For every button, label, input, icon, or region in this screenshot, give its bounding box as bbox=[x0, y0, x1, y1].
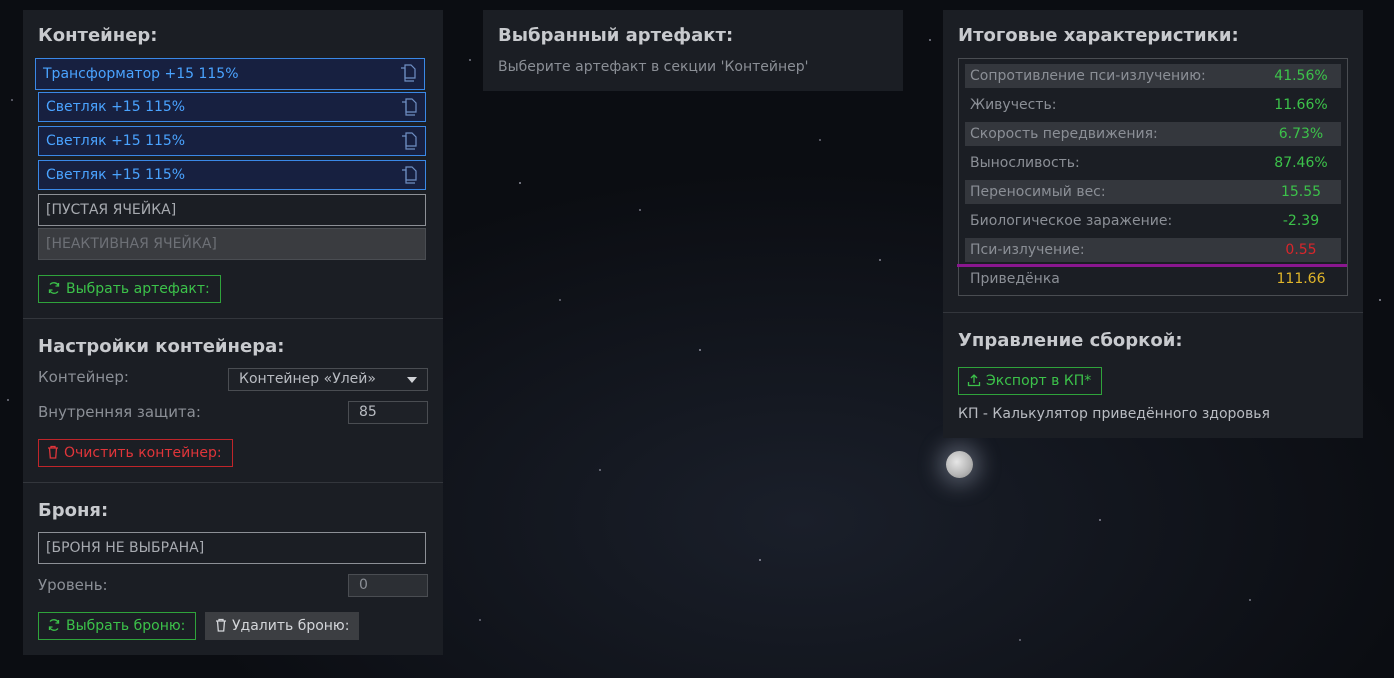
divider bbox=[23, 482, 443, 483]
left-panel: Контейнер: Трансформатор +15 115% Светля… bbox=[23, 10, 443, 655]
container-select-value: Контейнер «Улей» bbox=[239, 371, 376, 387]
artifact-slot-4[interactable]: Светляк +15 115% bbox=[38, 160, 426, 190]
stat-row: Пси-излучение: 0.55 bbox=[965, 238, 1341, 262]
divider bbox=[943, 312, 1363, 313]
trash-icon bbox=[48, 445, 58, 459]
select-artifact-button[interactable]: Выбрать артефакт: bbox=[38, 275, 221, 303]
artifact-slot-3[interactable]: Светляк +15 115% bbox=[38, 126, 426, 156]
armor-slot-label: [БРОНЯ НЕ ВЫБРАНА] bbox=[46, 540, 205, 556]
totals-panel: Итоговые характеристики: Сопротивление п… bbox=[943, 10, 1363, 438]
inner-protection-label: Внутренняя защита: bbox=[38, 403, 201, 421]
stat-name: Скорость передвижения: bbox=[970, 126, 1158, 142]
inactive-slot: [НЕАКТИВНАЯ ЯЧЕЙКА] bbox=[38, 228, 426, 260]
clear-container-button[interactable]: Очистить контейнер: bbox=[38, 439, 233, 467]
stat-value: -2.39 bbox=[1282, 213, 1320, 229]
stat-name: Живучесть: bbox=[970, 97, 1057, 113]
stat-value: 87.46% bbox=[1274, 155, 1328, 171]
stat-name: Сопротивление пси-излучению: bbox=[970, 68, 1206, 84]
copy-icon[interactable] bbox=[400, 64, 416, 82]
container-label: Контейнер: bbox=[38, 368, 129, 386]
stat-row: Скорость передвижения: 6.73% bbox=[965, 122, 1341, 146]
container-settings-title: Настройки контейнера: bbox=[38, 336, 285, 357]
artifact-slot-label: Светляк +15 115% bbox=[46, 167, 186, 183]
armor-slot[interactable]: [БРОНЯ НЕ ВЫБРАНА] bbox=[38, 532, 426, 564]
export-label: Экспорт в КП* bbox=[986, 373, 1092, 389]
stat-row: Живучесть: 11.66% bbox=[965, 93, 1341, 117]
select-armor-button[interactable]: Выбрать броню: bbox=[38, 612, 197, 640]
refresh-icon bbox=[48, 282, 60, 294]
delete-armor-button[interactable]: Удалить броню: bbox=[205, 612, 360, 640]
stat-row: Выносливость: 87.46% bbox=[965, 151, 1341, 175]
artifact-slot-1[interactable]: Трансформатор +15 115% bbox=[35, 58, 425, 90]
stat-row: Переносимый вес: 15.55 bbox=[965, 180, 1341, 204]
stats-table: Сопротивление пси-излучению: 41.56% Живу… bbox=[958, 58, 1348, 296]
artifact-slot-label: Трансформатор +15 115% bbox=[43, 66, 239, 82]
copy-icon[interactable] bbox=[401, 132, 417, 150]
separator-line bbox=[957, 264, 1347, 267]
stat-name: Биологическое заражение: bbox=[970, 213, 1173, 229]
stat-value: 41.56% bbox=[1274, 68, 1328, 84]
copy-icon[interactable] bbox=[401, 98, 417, 116]
trash-icon bbox=[216, 618, 226, 632]
stat-name: Переносимый вес: bbox=[970, 184, 1106, 200]
stat-row: Биологическое заражение: -2.39 bbox=[965, 209, 1341, 233]
delete-armor-label: Удалить броню: bbox=[232, 618, 350, 634]
export-footnote: КП - Калькулятор приведённого здоровья bbox=[958, 406, 1270, 422]
select-armor-label: Выбрать броню: bbox=[66, 618, 186, 634]
build-title: Управление сборкой: bbox=[958, 330, 1183, 351]
totals-title: Итоговые характеристики: bbox=[958, 25, 1239, 46]
armor-title: Броня: bbox=[38, 500, 109, 521]
stat-name: Выносливость: bbox=[970, 155, 1080, 171]
container-select[interactable]: Контейнер «Улей» bbox=[228, 368, 428, 391]
export-button[interactable]: Экспорт в КП* bbox=[958, 367, 1103, 395]
stat-value: 11.66% bbox=[1274, 97, 1328, 113]
effective-health-value: 111.66 bbox=[1276, 271, 1326, 287]
stat-name: Приведёнка bbox=[970, 271, 1060, 287]
divider bbox=[23, 318, 443, 319]
selected-artifact-hint: Выберите артефакт в секции 'Контейнер' bbox=[498, 59, 809, 75]
armor-level-input[interactable]: 0 bbox=[348, 574, 428, 597]
inner-protection-input[interactable]: 85 bbox=[348, 401, 428, 424]
inactive-slot-label: [НЕАКТИВНАЯ ЯЧЕЙКА] bbox=[46, 236, 217, 252]
stat-value: 0.55 bbox=[1285, 242, 1317, 258]
moon-background bbox=[946, 451, 973, 478]
stat-value: 6.73% bbox=[1278, 126, 1324, 142]
chevron-down-icon bbox=[407, 377, 417, 383]
refresh-icon bbox=[48, 619, 60, 631]
stat-name: Пси-излучение: bbox=[970, 242, 1085, 258]
container-title: Контейнер: bbox=[38, 25, 158, 46]
effective-health-row: Приведёнка 111.66 bbox=[965, 267, 1341, 291]
upload-icon bbox=[967, 374, 981, 387]
empty-slot-label: [ПУСТАЯ ЯЧЕЙКА] bbox=[46, 202, 177, 218]
stat-value: 15.55 bbox=[1280, 184, 1322, 200]
copy-icon[interactable] bbox=[401, 166, 417, 184]
armor-level-label: Уровень: bbox=[38, 576, 108, 594]
artifact-slot-label: Светляк +15 115% bbox=[46, 99, 186, 115]
stat-row: Сопротивление пси-излучению: 41.56% bbox=[965, 64, 1341, 88]
selected-artifact-panel: Выбранный артефакт: Выберите артефакт в … bbox=[483, 10, 903, 91]
clear-container-label: Очистить контейнер: bbox=[64, 445, 222, 461]
empty-slot[interactable]: [ПУСТАЯ ЯЧЕЙКА] bbox=[38, 194, 426, 226]
artifact-slot-2[interactable]: Светляк +15 115% bbox=[38, 92, 426, 122]
selected-artifact-title: Выбранный артефакт: bbox=[498, 25, 734, 46]
select-artifact-label: Выбрать артефакт: bbox=[66, 281, 210, 297]
artifact-slot-label: Светляк +15 115% bbox=[46, 133, 186, 149]
